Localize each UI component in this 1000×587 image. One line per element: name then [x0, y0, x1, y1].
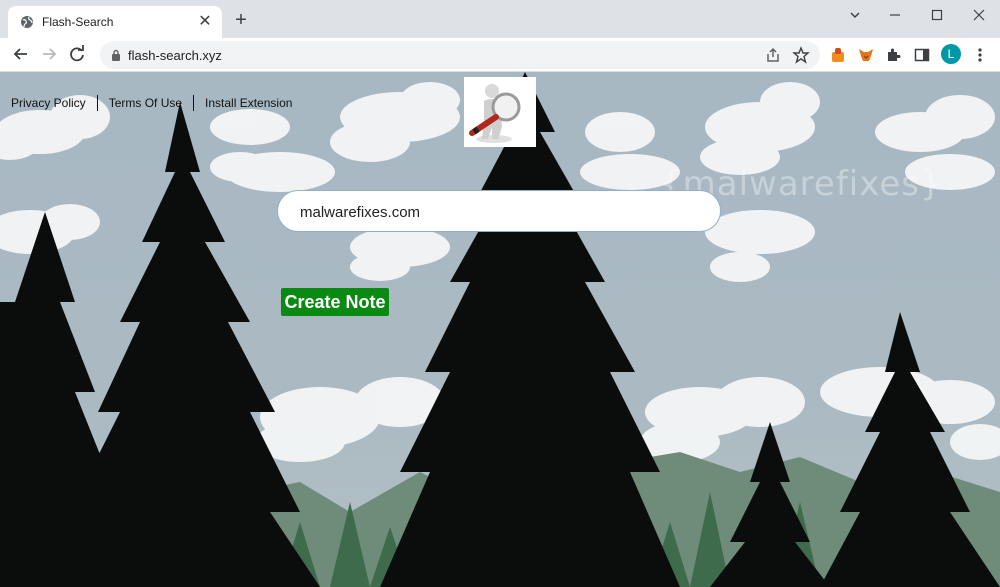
terms-of-use-link[interactable]: Terms Of Use: [109, 96, 182, 110]
globe-icon: [21, 16, 33, 28]
link-divider: [193, 95, 195, 111]
tab-bar: Flash-Search ✕ +: [0, 0, 1000, 38]
magnifier-man-logo-icon: [469, 84, 521, 143]
reload-icon[interactable]: [66, 43, 88, 65]
extension-orange-icon[interactable]: [829, 46, 847, 64]
metamask-fox-icon[interactable]: [857, 46, 875, 64]
search-input[interactable]: [298, 200, 702, 224]
site-logo: [464, 77, 536, 147]
back-arrow-icon[interactable]: [10, 43, 32, 65]
tab-title: Flash-Search: [42, 15, 114, 29]
forward-arrow-icon[interactable]: [38, 43, 60, 65]
side-panel-icon[interactable]: [913, 46, 931, 64]
address-bar[interactable]: flash-search.xyz: [100, 41, 820, 69]
close-window-button[interactable]: [958, 0, 1000, 30]
create-note-button[interactable]: Create Note: [281, 288, 389, 316]
search-box: [277, 190, 721, 232]
browser-toolbar: flash-search.xyz L: [0, 38, 1000, 72]
bookmark-star-icon[interactable]: [792, 46, 810, 64]
top-links: Privacy Policy Terms Of Use Install Exte…: [11, 95, 292, 111]
new-tab-button[interactable]: +: [230, 9, 252, 31]
browser-tab[interactable]: Flash-Search ✕: [8, 6, 222, 38]
lock-icon: [112, 49, 120, 61]
page-viewport: {malwarefixes} Privacy Policy Terms Of U…: [0, 72, 1000, 587]
more-menu-icon[interactable]: [971, 46, 989, 64]
maximize-button[interactable]: [916, 0, 958, 30]
link-divider: [96, 95, 98, 111]
share-icon[interactable]: [764, 46, 782, 64]
extensions-puzzle-icon[interactable]: [885, 46, 903, 64]
url-text: flash-search.xyz: [128, 48, 222, 63]
forest-background: [0, 72, 1000, 587]
minimize-button[interactable]: [874, 0, 916, 30]
install-extension-link[interactable]: Install Extension: [205, 96, 292, 110]
close-tab-icon[interactable]: ✕: [196, 13, 214, 31]
profile-avatar[interactable]: L: [941, 44, 961, 64]
privacy-policy-link[interactable]: Privacy Policy: [11, 96, 86, 110]
tab-search-icon[interactable]: [834, 0, 876, 30]
